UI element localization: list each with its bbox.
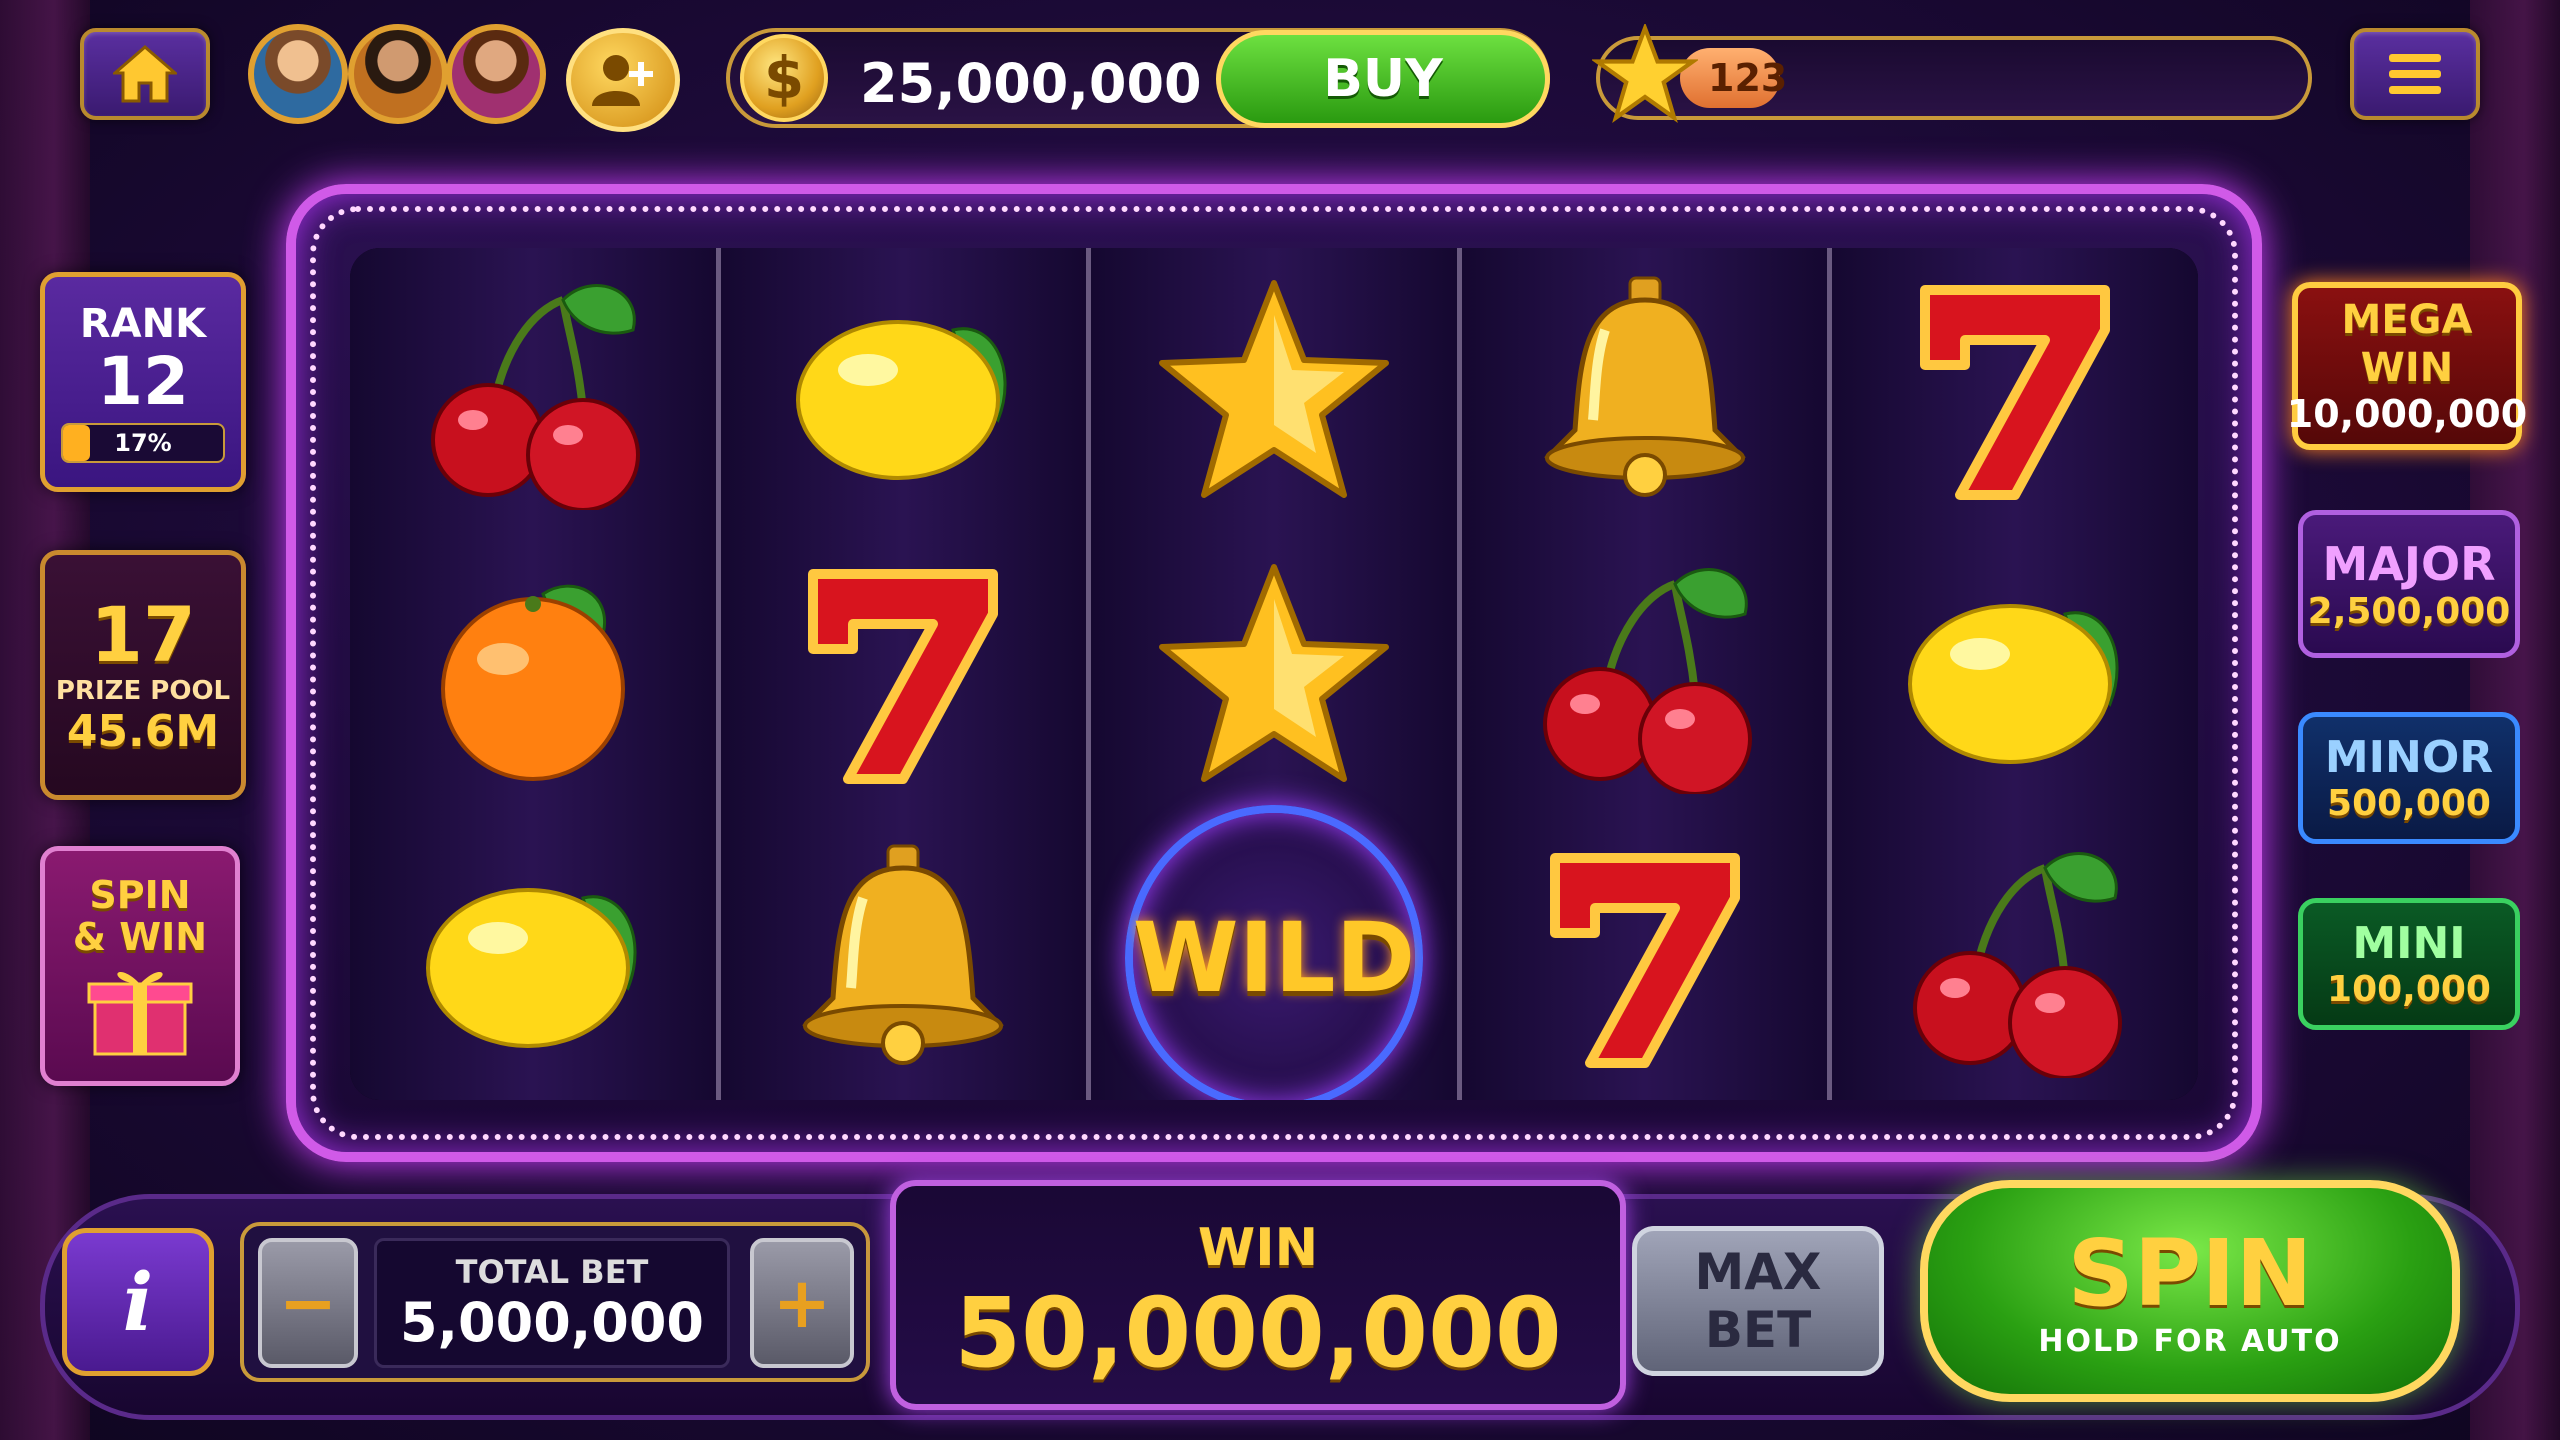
spin-sublabel: HOLD FOR AUTO bbox=[2038, 1323, 2342, 1359]
friend-avatar-2[interactable] bbox=[348, 24, 448, 124]
symbol-cherry bbox=[393, 260, 673, 520]
prize-pool-amount: 45.6M bbox=[66, 705, 220, 757]
total-bet-label: TOTAL BET bbox=[455, 1253, 649, 1291]
orange-icon bbox=[440, 584, 625, 781]
symbol-wild: WILD bbox=[1124, 805, 1424, 1100]
seven-icon bbox=[1920, 285, 2111, 500]
jackpot-major: MAJOR 2,500,000 bbox=[2298, 510, 2520, 658]
home-icon bbox=[113, 45, 177, 103]
symbol-star bbox=[1134, 260, 1414, 520]
symbol-orange bbox=[393, 544, 673, 804]
symbol-star bbox=[1134, 544, 1414, 804]
symbol-bell bbox=[763, 828, 1043, 1088]
reel-5 bbox=[1832, 248, 2198, 1100]
home-button[interactable] bbox=[80, 28, 210, 120]
reel-2 bbox=[720, 248, 1092, 1100]
symbol-seven bbox=[1875, 260, 2155, 520]
win-label: WIN bbox=[1197, 1218, 1319, 1278]
symbol-seven bbox=[1505, 828, 1785, 1088]
coin-icon: $ bbox=[740, 34, 828, 122]
win-amount: 50,000,000 bbox=[954, 1277, 1562, 1389]
max-bet-button[interactable]: MAX BET bbox=[1632, 1226, 1884, 1376]
symbol-cherry bbox=[1875, 828, 2155, 1088]
coin-balance: 25,000,000 bbox=[860, 52, 1202, 115]
seven-icon bbox=[808, 569, 999, 784]
gift-icon bbox=[87, 971, 193, 1056]
cherry-icon bbox=[1542, 568, 1752, 794]
prize-pool-value: 17 bbox=[90, 589, 196, 679]
rank-progress-bar: 17% bbox=[61, 423, 225, 463]
buy-button[interactable]: BUY bbox=[1216, 30, 1550, 128]
reels-window[interactable]: WILD bbox=[350, 248, 2198, 1100]
player-level: 123 bbox=[1708, 56, 1788, 100]
win-display: WIN 50,000,000 bbox=[890, 1180, 1626, 1410]
prize-pool-label: PRIZE POOL bbox=[55, 675, 231, 706]
jackpot-minor-amount: 500,000 bbox=[2327, 783, 2491, 824]
jackpot-mini-amount: 100,000 bbox=[2327, 969, 2491, 1010]
seven-icon bbox=[1549, 853, 1740, 1068]
friend-avatar-1[interactable] bbox=[248, 24, 348, 124]
reel-3: WILD bbox=[1091, 248, 1462, 1100]
cherry-icon bbox=[1913, 852, 2123, 1078]
symbol-lemon bbox=[763, 260, 1043, 520]
bell-icon bbox=[802, 844, 1005, 1065]
star-icon bbox=[1158, 280, 1389, 498]
jackpot-mini: MINI 100,000 bbox=[2298, 898, 2520, 1030]
bell-icon bbox=[1543, 276, 1746, 497]
star-icon bbox=[1158, 564, 1389, 782]
lemon-icon bbox=[425, 888, 637, 1048]
level-star-icon bbox=[1592, 24, 1698, 123]
friend-avatar-3[interactable] bbox=[446, 24, 546, 124]
friends-avatars[interactable] bbox=[248, 24, 548, 134]
symbol-lemon bbox=[393, 828, 673, 1088]
menu-button[interactable] bbox=[2350, 28, 2480, 120]
total-bet-display: TOTAL BET 5,000,000 bbox=[374, 1238, 730, 1368]
total-bet-value: 5,000,000 bbox=[399, 1291, 705, 1354]
max-bet-line2: BET bbox=[1704, 1301, 1812, 1359]
jackpot-mini-name: MINI bbox=[2352, 918, 2466, 969]
max-bet-line1: MAX bbox=[1694, 1243, 1822, 1301]
spin-win-line2: & WIN bbox=[72, 915, 208, 959]
cherry-icon bbox=[430, 284, 640, 510]
increase-bet-button[interactable]: + bbox=[750, 1238, 854, 1368]
reel-4 bbox=[1461, 248, 1833, 1100]
symbol-seven bbox=[763, 544, 1043, 804]
jackpot-mega: MEGA WIN 10,000,000 bbox=[2287, 282, 2527, 450]
rank-card[interactable]: RANK 12 17% bbox=[40, 272, 246, 492]
jackpot-mega-amount: 10,000,000 bbox=[2286, 392, 2528, 436]
add-friend-icon bbox=[592, 55, 653, 106]
info-button[interactable]: i bbox=[62, 1228, 214, 1376]
wild-label: WILD bbox=[1132, 902, 1416, 1014]
symbol-lemon bbox=[1875, 544, 2155, 804]
wild-badge: WILD bbox=[1124, 805, 1424, 1100]
jackpot-major-name: MAJOR bbox=[2322, 536, 2496, 591]
rank-progress-label: 17% bbox=[114, 429, 172, 457]
rank-label: RANK bbox=[79, 301, 207, 347]
lemon-icon bbox=[796, 320, 1007, 480]
lemon-icon bbox=[1908, 604, 2119, 764]
jackpot-major-amount: 2,500,000 bbox=[2307, 590, 2511, 632]
spin-label: SPIN bbox=[2067, 1219, 2313, 1327]
symbol-bell bbox=[1505, 260, 1785, 520]
spin-and-win-button[interactable]: SPIN & WIN bbox=[40, 846, 240, 1086]
menu-icon bbox=[2389, 54, 2441, 94]
xp-bar: 123 bbox=[1596, 36, 2312, 120]
jackpot-mega-name: MEGA WIN bbox=[2341, 297, 2473, 391]
add-friend-button[interactable] bbox=[566, 28, 680, 132]
reel-1 bbox=[350, 248, 721, 1100]
spin-win-line1: SPIN bbox=[89, 873, 191, 917]
symbol-cherry bbox=[1505, 544, 1785, 804]
spin-button[interactable]: SPIN HOLD FOR AUTO bbox=[1920, 1180, 2460, 1402]
bet-control: − TOTAL BET 5,000,000 + bbox=[240, 1222, 870, 1382]
prize-pool-card[interactable]: 17 PRIZE POOL 45.6M bbox=[40, 550, 246, 800]
jackpot-minor-name: MINOR bbox=[2324, 732, 2494, 783]
decrease-bet-button[interactable]: − bbox=[258, 1238, 358, 1368]
jackpot-minor: MINOR 500,000 bbox=[2298, 712, 2520, 844]
rank-value: 12 bbox=[97, 343, 189, 420]
coin-balance-bar: $ 25,000,000 BUY bbox=[726, 28, 1550, 128]
